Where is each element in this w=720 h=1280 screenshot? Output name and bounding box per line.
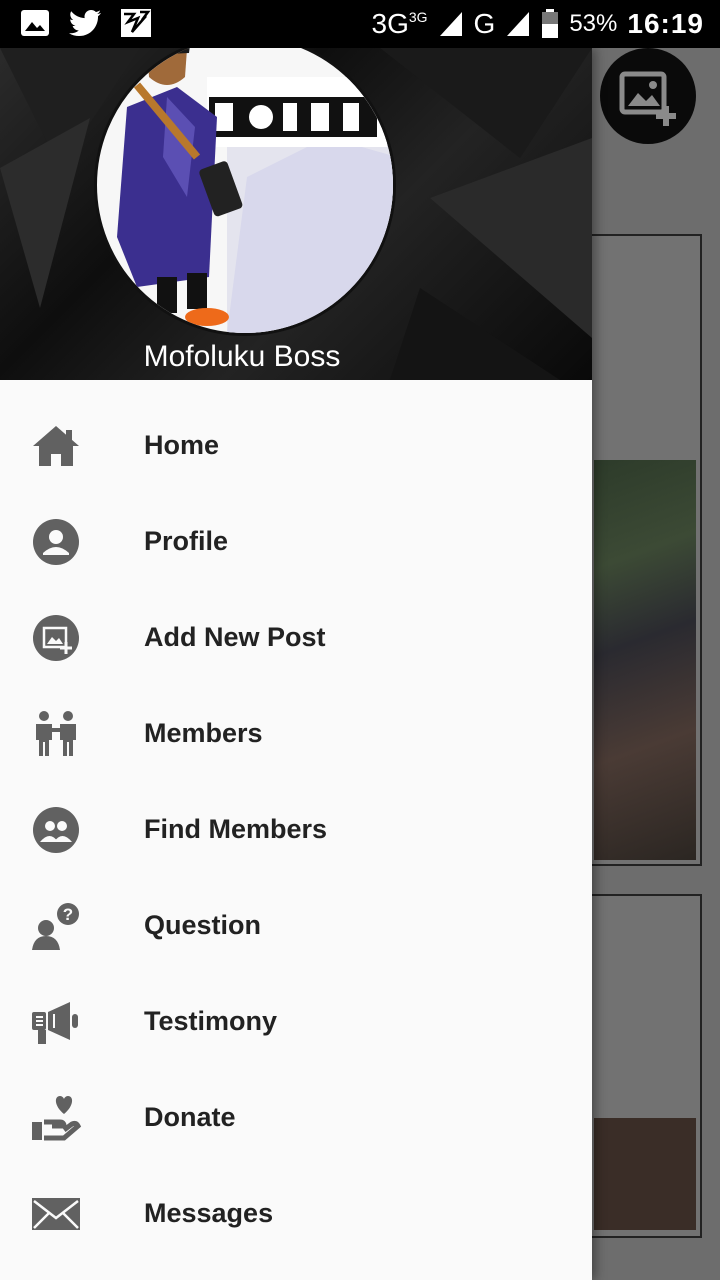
status-bar: 3G 3G G 53% 16:19: [0, 0, 720, 48]
donate-icon: [32, 1096, 82, 1141]
menu-item-members[interactable]: Members: [0, 686, 592, 782]
feed-card: [590, 234, 702, 866]
menu-item-label: Messages: [144, 1198, 274, 1228]
signal-icon-2: [507, 12, 530, 36]
image-notification-icon: [21, 10, 49, 36]
drawer-header: Mofoluku Boss: [0, 48, 592, 380]
feed-card: [590, 894, 702, 1238]
menu-item-donate[interactable]: Donate: [0, 1070, 592, 1166]
svg-text:?: ?: [63, 905, 73, 924]
avatar[interactable]: [94, 48, 396, 336]
question-icon: ?: [32, 903, 79, 950]
add-photo-icon: [33, 615, 79, 661]
drawer-menu: Home Profile Add New Post Members Find M…: [0, 398, 592, 1262]
menu-item-messages[interactable]: Messages: [0, 1166, 592, 1262]
network-type-small-label: 3G: [408, 9, 428, 25]
user-name: Mofoluku Boss: [143, 340, 341, 373]
navigation-drawer: Mofoluku Boss Home Profile Add New Post …: [0, 48, 592, 1280]
network-type-label-2: G: [473, 8, 496, 39]
menu-item-profile[interactable]: Profile: [0, 494, 592, 590]
battery-percentage: 53%: [569, 10, 618, 37]
menu-item-label: Testimony: [144, 1006, 278, 1036]
menu-item-label: Members: [144, 718, 263, 748]
menu-item-question[interactable]: ? Question: [0, 878, 592, 974]
clock: 16:19: [627, 8, 704, 39]
add-photo-fab[interactable]: [600, 48, 696, 144]
menu-item-label: Find Members: [144, 814, 328, 844]
menu-item-label: Question: [144, 910, 262, 940]
network-type-label: 3G: [371, 8, 409, 39]
menu-item-home[interactable]: Home: [0, 398, 592, 494]
menu-item-label: Donate: [144, 1102, 236, 1132]
feed-image: [594, 460, 696, 860]
menu-item-label: Profile: [144, 526, 229, 556]
menu-item-testimony[interactable]: Testimony: [0, 974, 592, 1070]
menu-item-add-new-post[interactable]: Add New Post: [0, 590, 592, 686]
members-icon: [36, 711, 76, 756]
mail-icon: [32, 1198, 80, 1230]
battery-icon: [542, 9, 559, 38]
signal-icon: [439, 12, 462, 36]
menu-item-find-members[interactable]: Find Members: [0, 782, 592, 878]
twitter-icon: [69, 10, 101, 36]
app-notification-icon: [121, 9, 151, 37]
menu-item-label: Home: [144, 430, 220, 460]
find-members-icon: [33, 807, 79, 853]
add-photo-icon: [619, 71, 676, 126]
profile-icon: [33, 519, 79, 565]
megaphone-icon: [32, 1002, 78, 1044]
home-icon: [33, 426, 79, 466]
feed-image: [594, 1118, 696, 1230]
avatar-illustration: [117, 48, 393, 333]
menu-item-label: Add New Post: [144, 622, 326, 652]
